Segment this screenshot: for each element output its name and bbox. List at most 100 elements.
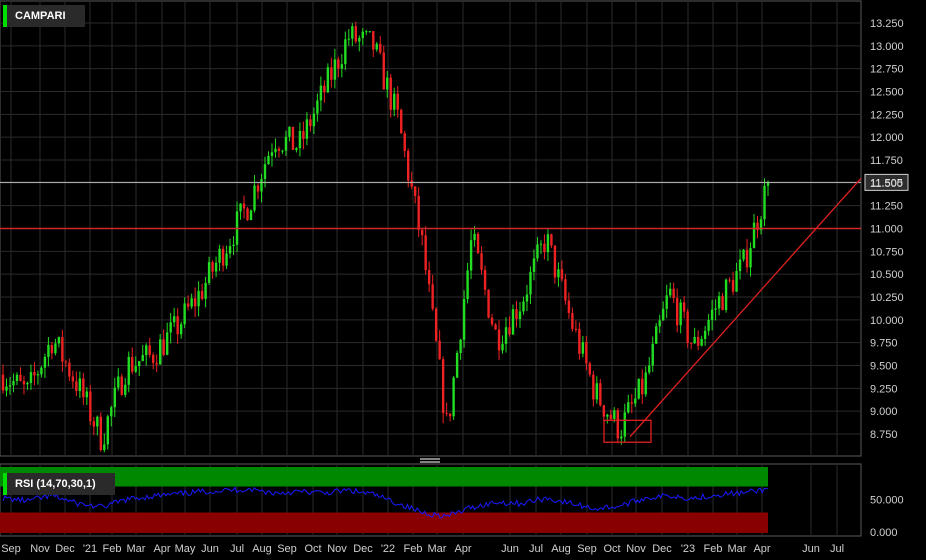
candle-body [200,290,204,299]
candle-body [57,337,61,344]
candle-body [410,180,413,187]
candle-body [599,383,602,406]
candle-body [68,362,71,377]
candle-body [382,52,385,90]
candle-body [679,302,682,326]
candle-body [508,327,511,335]
candle-body [630,402,633,404]
candle-body [473,233,476,241]
candle-body [354,26,358,42]
candle-body [724,279,728,311]
candle-body [413,186,417,196]
candle-body [5,386,8,391]
candle-body [211,262,214,272]
candle-body [337,59,340,69]
candle-body [539,243,543,245]
candle-body [64,361,68,363]
x-tick-label: Apr [753,543,770,555]
candle-body [424,235,427,271]
candle-body [434,308,438,341]
candle-body [309,119,312,127]
grid [0,0,862,537]
candle-body [393,93,396,110]
candle-body [567,300,571,313]
y-tick-label: 11.000 [870,224,903,236]
candle-body [228,246,232,254]
candle-body [668,288,672,296]
candle-body [462,299,466,340]
y-tick-label: 9.000 [870,406,898,418]
y-tick-label: 9.750 [870,338,898,350]
candle-body [106,416,109,445]
candle-body [403,133,406,151]
candle-body [221,248,225,266]
candle-body [693,337,696,344]
candle-body [218,248,221,263]
candle-body [749,248,752,268]
candle-body [249,210,253,221]
candle-body [641,378,644,395]
support-trendline [629,177,862,438]
candle-body [682,302,686,312]
candle-body [316,100,319,114]
y-tick-label: 10.000 [870,315,904,327]
candle-body [361,31,364,38]
rsi-overbought-zone [0,467,768,487]
candle-body [78,378,82,392]
x-tick-label: Dec [353,543,373,555]
candle-body [637,378,640,399]
rsi-tick-label: 0.000 [870,527,898,539]
rsi-panel [0,467,769,533]
candle-body [742,249,745,260]
candle-body [152,354,155,363]
candle-body [134,366,137,372]
rsi-indicator-label: RSI (14,70,30,1) [3,473,115,495]
candle-body [459,339,462,353]
candle-body [557,269,560,278]
candle-body [246,208,249,221]
candle-body [738,259,742,272]
candle-body [445,412,448,414]
candle-body [155,362,158,365]
candle-body [441,359,445,413]
candle-body [564,279,567,301]
x-tick-label: '22 [381,543,395,555]
x-tick-label: Feb [103,543,122,555]
candle-body [504,327,508,344]
candle-body [396,93,399,110]
candle-body [627,402,630,413]
x-tick-label: Apr [153,543,170,555]
candle-body [305,119,309,139]
candle-body [12,381,15,386]
candle-body [145,345,148,356]
x-tick-label: Jul [830,543,844,555]
candle-body [700,338,703,346]
candle-body [578,329,581,354]
x-tick-label: Dec [652,543,672,555]
candle-body [141,355,144,362]
candle-body [448,413,452,417]
candle-body [389,77,392,110]
candle-body [696,337,700,346]
candle-body [29,372,33,383]
candle-body [96,416,99,427]
candle-body [466,270,469,300]
x-tick-label: Sep [1,543,21,555]
y-tick-label: 12.500 [870,87,904,99]
candle-body [714,308,717,310]
candle-body [61,337,64,362]
x-tick-label: Feb [704,543,723,555]
candle-body [386,77,389,90]
candle-body [270,152,274,156]
candle-body [752,222,756,249]
candle-body [127,356,130,385]
candle-body [536,244,539,259]
candle-body [658,320,661,327]
candle-body [281,150,284,152]
candle-body [634,398,637,404]
candle-body [288,126,291,137]
candle-body [553,245,557,278]
candle-body [616,410,619,439]
candle-body [400,109,403,134]
y-tick-label: 10.500 [870,269,904,281]
